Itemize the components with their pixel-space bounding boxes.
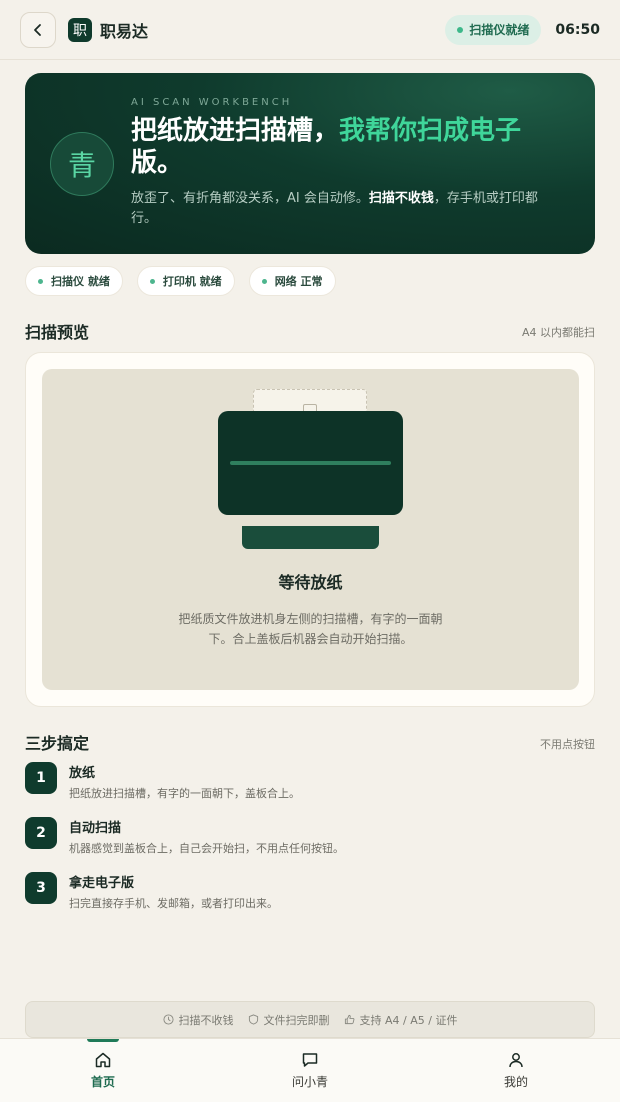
nav-label: 问小青 xyxy=(291,1075,328,1089)
nav-tab-me[interactable]: 我的 xyxy=(476,1051,556,1090)
clock: 06:50 xyxy=(555,21,600,38)
scanner-light-bar xyxy=(230,461,391,465)
hero-description: 放歪了、有折角都没关系，AI 会自动修。扫描不收钱，存手机或打印都行。 xyxy=(131,189,561,229)
trust-item: 支持 A4 / A5 / 证件 xyxy=(344,1012,458,1028)
chat-icon xyxy=(302,1053,318,1067)
trust-item: 扫描不收钱 xyxy=(162,1012,234,1028)
scanner-status-badge: 扫描仪就绪 xyxy=(445,14,542,45)
chevron-left-icon xyxy=(34,23,41,36)
step-description: 机器感觉到盖板合上，自己会开始扫，不用点任何按钮。 xyxy=(69,842,344,855)
scanner-base xyxy=(242,526,379,549)
thumbs-up-icon xyxy=(344,1014,354,1025)
hero-desc-before: 放歪了、有折角都没关系，AI 会自动修。 xyxy=(131,191,369,206)
step-item: 1 放纸 把纸放进扫描槽，有字的一面朝下，盖板合上。 xyxy=(25,762,595,802)
assistant-avatar: 青 xyxy=(50,132,114,196)
status-dot xyxy=(38,278,43,284)
waiting-description: 把纸质文件放进机身左侧的扫描槽，有字的一面朝下。合上盖板后机器会自动开始扫描。 xyxy=(178,612,443,646)
nav-label: 首页 xyxy=(90,1075,115,1089)
step-number: 3 xyxy=(25,872,57,904)
steps-section-title: 三步搞定 xyxy=(25,734,90,753)
chip-label: 网络 正常 xyxy=(274,275,323,288)
hero-title-plain: 把纸放进扫描槽， xyxy=(131,116,340,146)
step-item: 2 自动扫描 机器感觉到盖板合上，自己会开始扫，不用点任何按钮。 xyxy=(25,817,595,857)
trust-bar: 扫描不收钱 文件扫完即删 支持 A4 / A5 / 证件 xyxy=(25,1001,595,1038)
hero-desc-bold: 扫描不收钱 xyxy=(368,191,434,206)
step-title: 拿走电子版 xyxy=(69,876,135,891)
steps-section-note: 不用点按钮 xyxy=(540,738,595,751)
scan-preview-card: 等待放纸 把纸质文件放进机身左侧的扫描槽，有字的一面朝下。合上盖板后机器会自动开… xyxy=(25,352,595,707)
step-number: 1 xyxy=(25,762,57,794)
trust-label: 支持 A4 / A5 / 证件 xyxy=(359,1013,458,1027)
trust-label: 文件扫完即删 xyxy=(263,1013,330,1027)
shield-icon xyxy=(248,1014,258,1025)
status-dot xyxy=(457,26,464,33)
app-logo: 职 xyxy=(68,17,92,42)
hero-title-highlight: 我帮你扫成电子 xyxy=(339,116,522,146)
hero-title: 把纸放进扫描槽，我帮你扫成电子版。 xyxy=(131,115,551,179)
step-description: 把纸放进扫描槽，有字的一面朝下，盖板合上。 xyxy=(69,787,300,800)
preview-section-title: 扫描预览 xyxy=(25,323,90,342)
chip-printer: 打印机 就绪 xyxy=(136,266,235,296)
app-name: 职易达 xyxy=(100,21,149,41)
status-dot xyxy=(261,278,267,284)
trust-label: 扫描不收钱 xyxy=(178,1013,234,1027)
top-bar: 职 职易达 扫描仪就绪 06:50 xyxy=(0,0,620,60)
scanner-status-label: 扫描仪就绪 xyxy=(469,23,530,37)
step-number: 2 xyxy=(25,817,57,849)
scan-preview-area: 等待放纸 把纸质文件放进机身左侧的扫描槽，有字的一面朝下。合上盖板后机器会自动开… xyxy=(42,369,579,690)
step-title: 放纸 xyxy=(69,766,96,781)
back-button[interactable] xyxy=(20,11,56,48)
nav-tab-ask-xiaoqing[interactable]: 问小青 xyxy=(270,1051,350,1090)
chip-label: 打印机 就绪 xyxy=(162,275,222,288)
chip-network: 网络 正常 xyxy=(248,266,336,296)
user-icon xyxy=(509,1053,523,1068)
clock-icon xyxy=(162,1014,174,1025)
nav-label: 我的 xyxy=(503,1075,528,1089)
hero-title-end: 版。 xyxy=(131,148,184,178)
active-tab-indicator xyxy=(87,1039,119,1042)
waiting-title: 等待放纸 xyxy=(278,573,343,592)
preview-section-note: A4 以内都能扫 xyxy=(521,326,595,339)
chip-label: 扫描仪 就绪 xyxy=(51,275,110,288)
trust-item: 文件扫完即删 xyxy=(248,1012,330,1028)
chip-scanner: 扫描仪 就绪 xyxy=(25,266,123,296)
nav-tab-home[interactable]: 首页 xyxy=(63,1051,143,1090)
step-description: 扫完直接存手机、发邮箱，或者打印出来。 xyxy=(69,897,278,910)
hero-eyebrow: AI SCAN WORKBENCH xyxy=(131,97,293,108)
step-title: 自动扫描 xyxy=(69,821,122,836)
hero-banner: 青 AI SCAN WORKBENCH 把纸放进扫描槽，我帮你扫成电子版。 放歪… xyxy=(25,73,595,254)
step-item: 3 拿走电子版 扫完直接存手机、发邮箱，或者打印出来。 xyxy=(25,872,595,912)
device-status-chips: 扫描仪 就绪 打印机 就绪 网络 正常 xyxy=(25,266,336,296)
status-dot xyxy=(149,278,155,284)
bottom-nav: 首页 问小青 我的 xyxy=(0,1038,620,1102)
home-icon xyxy=(95,1052,111,1068)
